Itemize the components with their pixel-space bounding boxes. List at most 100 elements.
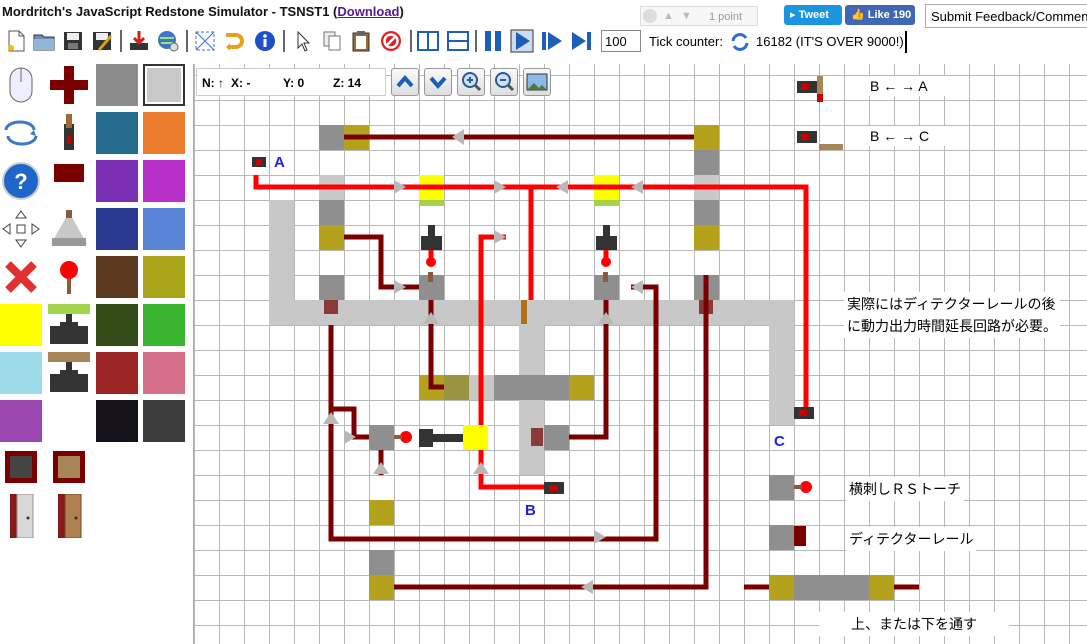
label-c: C [774,433,785,450]
screenshot-button[interactable] [523,68,551,96]
image-icon [526,73,548,91]
save-as-icon[interactable] [90,29,114,53]
reddit-vote-widget: ▲ ▼ 1 point [640,6,758,26]
downvote-icon[interactable]: ▼ [681,10,692,22]
open-folder-icon[interactable] [32,29,56,53]
refresh-icon[interactable] [730,32,750,52]
select-area-icon[interactable] [193,29,217,53]
simulator-app: Mordritch's JavaScript Redstone Simulato… [0,0,1087,644]
layer-down-button[interactable] [424,68,452,96]
zoom-in-icon [462,72,482,92]
rotate-icon[interactable] [222,29,246,53]
olive-block[interactable] [143,256,185,298]
title-text: Mordritch's JavaScript Redstone Simulato… [2,4,338,19]
editor-grid[interactable]: A B C B ← → A B ← → C 実際にはディテクターレールの後 に動… [193,64,1087,644]
download-link[interactable]: Download [337,4,399,19]
lever-icon[interactable] [48,112,90,154]
iron-trapdoor-icon[interactable] [4,450,38,484]
tick-counter-label: Tick counter: [649,34,723,49]
pointer-icon[interactable] [290,29,314,53]
blue-wool-block[interactable] [96,208,138,250]
note-line-1: 実際にはディテクターレールの後 [847,296,1056,312]
play-icon[interactable] [510,29,534,53]
piston-icon[interactable] [48,304,90,346]
tweet-button[interactable]: ▸ Tweet [784,5,842,25]
step-icon[interactable] [540,29,564,53]
like-button[interactable]: 👍 Like 190 [845,5,915,25]
purple-wool-block[interactable] [96,160,138,202]
zoom-in-button[interactable] [457,68,485,96]
pause-icon[interactable] [481,29,505,53]
info-icon[interactable] [253,29,277,53]
green-wool-block[interactable] [143,304,185,346]
orange-wool-block[interactable] [143,112,185,154]
piston-block [444,375,469,400]
zoom-out-icon [495,72,515,92]
tick-rate-input[interactable] [601,30,641,52]
redstone-dust-icon[interactable] [48,64,90,106]
dark-green-wool-block[interactable] [96,304,138,346]
button-block-icon[interactable] [48,160,90,202]
brown-wool-block[interactable] [96,256,138,298]
gray-wool-block[interactable] [143,400,185,442]
single-view-icon[interactable] [416,29,440,53]
label-b: B [525,502,536,519]
violet-block[interactable] [0,400,42,442]
legend-b-c: B ← → C [846,126,954,146]
smooth-stone-block-selected[interactable] [143,64,185,106]
clear-icon[interactable] [379,29,403,53]
thumbs-up-icon: 👍 [851,9,865,21]
legend-b-a: B ← → A [846,76,952,96]
label-a: A [274,154,285,171]
wooden-door-icon[interactable] [56,494,84,538]
zoom-out-button[interactable] [490,68,518,96]
title-suffix: ) [399,4,404,19]
chevron-down-icon [429,76,447,90]
tick-counter-value: 16182 (IT'S OVER 9000!) [756,34,904,49]
rotate-view-icon[interactable] [0,112,42,154]
stone-block[interactable] [96,64,138,106]
sticky-piston-icon[interactable] [48,352,90,394]
copy-icon[interactable] [320,29,344,53]
note-line-2: に動力出力時間延長回路が必要。 [847,318,1057,334]
legend-pass: 上、または下を通す [819,612,1009,636]
toolbar [0,28,1087,56]
paste-icon[interactable] [349,29,373,53]
iron-door-icon[interactable] [8,494,36,538]
export-icon[interactable] [127,29,151,53]
red-wool-block[interactable] [96,352,138,394]
block-palette: ? [0,60,190,644]
submit-feedback-button[interactable]: Submit Feedback/Comments [925,4,1087,28]
redstone-torch-icon[interactable] [48,256,90,298]
cyan-wool-block[interactable] [96,112,138,154]
toolbar-end-separator [905,31,907,53]
lamp-block[interactable] [0,304,42,346]
mouse-tool-icon[interactable] [0,64,42,106]
like-label: Like 190 [867,9,912,21]
facing-readout: N: ↑ [202,76,224,90]
legend-torch: 横刺しＲＳトーチ [846,477,964,501]
light-blue-wool-block[interactable] [143,208,185,250]
delete-x-icon[interactable] [0,256,42,298]
legend-icons [797,76,843,150]
upvote-icon[interactable]: ▲ [663,10,674,22]
new-file-icon[interactable] [4,29,28,53]
light-cyan-block[interactable] [0,352,42,394]
pink-wool-block[interactable] [143,352,185,394]
note-text: 実際にはディテクターレールの後 に動力出力時間延長回路が必要。 [844,292,1060,338]
split-view-icon[interactable] [446,29,470,53]
wooden-trapdoor-icon[interactable] [52,450,86,484]
share-globe-icon[interactable] [156,29,180,53]
title-bar: Mordritch's JavaScript Redstone Simulato… [0,0,1087,28]
magenta-wool-block[interactable] [143,160,185,202]
reddit-points: 1 point [709,11,743,23]
svg-text:?: ? [14,169,27,194]
save-icon[interactable] [61,29,85,53]
repeater-icon[interactable] [48,208,90,250]
layer-up-button[interactable] [391,68,419,96]
pan-arrows-icon[interactable] [0,208,42,250]
fast-forward-icon[interactable] [570,29,594,53]
black-wool-block[interactable] [96,400,138,442]
toolbar-separator [283,30,285,52]
help-icon[interactable]: ? [0,160,42,202]
